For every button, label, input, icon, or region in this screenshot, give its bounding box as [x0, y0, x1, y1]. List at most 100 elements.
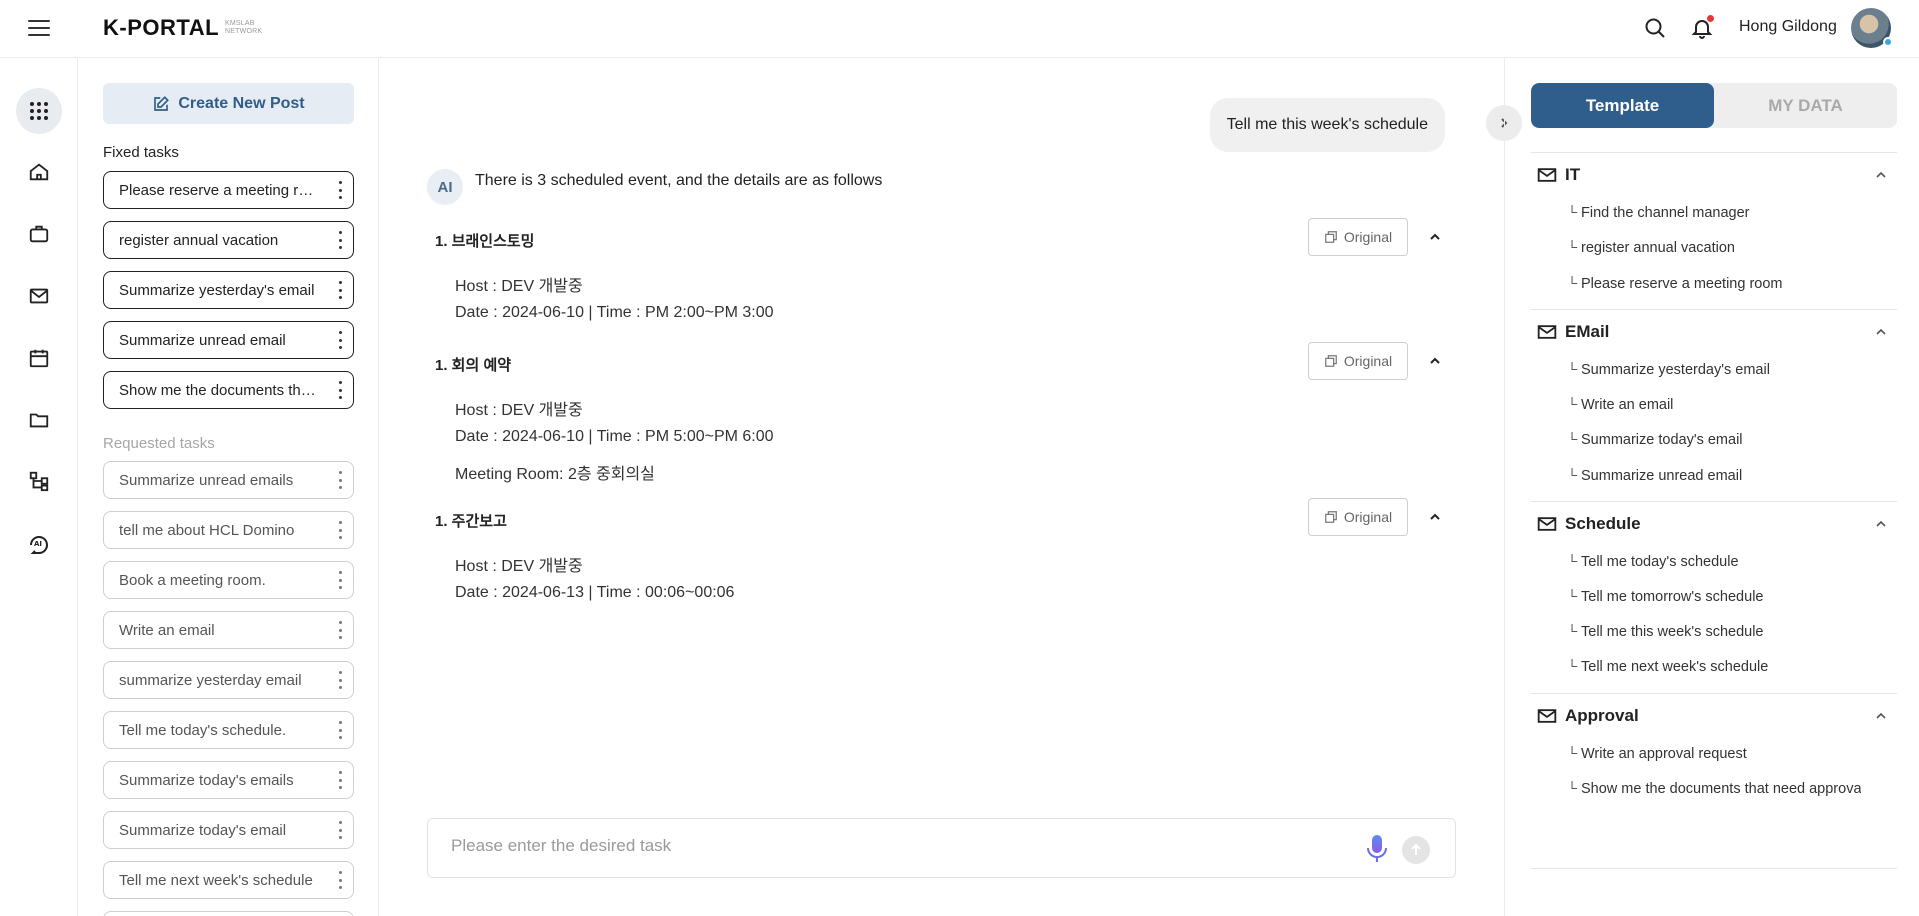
task-input[interactable] — [451, 836, 1331, 856]
chevron-up-icon[interactable] — [1875, 169, 1887, 181]
microphone-icon[interactable] — [1365, 833, 1389, 865]
event-host: Host : DEV 개발중 — [455, 278, 583, 295]
category-header[interactable]: IT — [1537, 165, 1580, 185]
chevron-up-icon[interactable] — [1875, 326, 1887, 338]
template-item-label: Summarize today's email — [1581, 432, 1743, 448]
template-item[interactable]: └ Tell me today's schedule — [1567, 554, 1861, 570]
requested-task-item[interactable]: tell me about HCL Domino — [103, 511, 354, 549]
more-options-icon[interactable] — [339, 471, 343, 489]
ai-assistant-button[interactable]: AI — [16, 520, 62, 566]
apps-grid-button[interactable] — [16, 88, 62, 134]
more-options-icon[interactable] — [339, 231, 343, 249]
chevron-up-icon[interactable] — [1875, 710, 1887, 722]
more-options-icon[interactable] — [339, 621, 343, 639]
event-host: Host : DEV 개발중 — [455, 402, 583, 419]
requested-task-item[interactable] — [103, 911, 354, 916]
more-options-icon[interactable] — [339, 381, 343, 399]
tree-branch-glyph: └ — [1567, 468, 1578, 484]
template-item[interactable]: └ Show me the documents that need approva… — [1567, 781, 1861, 797]
more-options-icon[interactable] — [339, 181, 343, 199]
template-item[interactable]: └ Tell me this week's schedule — [1567, 624, 1861, 640]
requested-task-item[interactable]: summarize yesterday email — [103, 661, 354, 699]
requested-task-item[interactable]: Tell me next week's schedule — [103, 861, 354, 899]
template-item[interactable]: └ register annual vacation — [1567, 240, 1861, 256]
tab-my-data[interactable]: MY DATA — [1714, 83, 1897, 128]
original-label: Original — [1343, 353, 1393, 369]
more-options-icon[interactable] — [339, 771, 343, 789]
mail-icon — [1537, 168, 1557, 182]
fixed-task-item[interactable]: Please reserve a meeting room — [103, 171, 354, 209]
template-item[interactable]: └ Summarize yesterday's email — [1567, 362, 1861, 378]
category-name: Approval — [1565, 706, 1639, 725]
requested-task-item[interactable]: Summarize today's email — [103, 811, 354, 849]
category-name: IT — [1565, 165, 1581, 184]
top-bar: K-PORTAL KMSLAB NETWORK Hong Gildong — [0, 0, 1919, 58]
mail-button[interactable] — [16, 273, 62, 319]
fixed-task-item[interactable]: Summarize unread email — [103, 321, 354, 359]
tab-template[interactable]: Template — [1531, 83, 1714, 128]
category-header[interactable]: Schedule — [1537, 514, 1641, 534]
template-item[interactable]: └ Write an email — [1567, 397, 1861, 413]
folder-icon — [29, 413, 49, 428]
more-options-icon[interactable] — [339, 821, 343, 839]
send-button[interactable] — [1402, 836, 1430, 864]
fixed-task-item[interactable]: Show me the documents that need approval — [103, 371, 354, 409]
original-button[interactable]: Original — [1308, 342, 1408, 380]
fixed-task-item[interactable]: register annual vacation — [103, 221, 354, 259]
briefcase-button[interactable] — [16, 211, 62, 257]
chevron-up-icon[interactable] — [1428, 230, 1442, 244]
task-label: Summarize yesterday's email — [119, 281, 315, 299]
category-header[interactable]: EMail — [1537, 322, 1609, 342]
template-item[interactable]: └ Tell me next week's schedule — [1567, 659, 1861, 675]
org-chart-button[interactable] — [16, 458, 62, 504]
task-panel: Create New Post Fixed tasks Please reser… — [78, 58, 379, 916]
task-label: Summarize unread emails — [119, 471, 294, 489]
template-item[interactable]: └ Summarize unread email — [1567, 468, 1861, 484]
task-label: tell me about HCL Domino — [119, 521, 295, 539]
requested-task-item[interactable]: Summarize unread emails — [103, 461, 354, 499]
fixed-task-item[interactable]: Summarize yesterday's email — [103, 271, 354, 309]
requested-task-item[interactable]: Book a meeting room. — [103, 561, 354, 599]
original-button[interactable]: Original — [1308, 218, 1408, 256]
original-button[interactable]: Original — [1308, 498, 1408, 536]
logo[interactable]: K-PORTAL KMSLAB NETWORK — [103, 15, 262, 41]
folder-button[interactable] — [16, 397, 62, 443]
calendar-button[interactable] — [16, 335, 62, 381]
tree-branch-glyph: └ — [1567, 397, 1578, 413]
template-item[interactable]: └ Please reserve a meeting room — [1567, 276, 1861, 292]
more-options-icon[interactable] — [339, 521, 343, 539]
event-title: 1. 주간보고 — [435, 513, 507, 530]
user-message-bubble: Tell me this week's schedule — [1209, 98, 1445, 152]
panel-tabs: Template MY DATA — [1531, 83, 1897, 128]
more-options-icon[interactable] — [339, 281, 343, 299]
category-header[interactable]: Approval — [1537, 706, 1639, 726]
requested-task-item[interactable]: Tell me today's schedule. — [103, 711, 354, 749]
logo-text: K-PORTAL — [103, 15, 220, 40]
task-label: summarize yesterday email — [119, 671, 302, 689]
requested-task-item[interactable]: Write an email — [103, 611, 354, 649]
logo-sub-line-1: KMSLAB — [225, 20, 255, 27]
category-name: Schedule — [1565, 514, 1641, 533]
more-options-icon[interactable] — [339, 331, 343, 349]
template-item[interactable]: └ Write an approval request — [1567, 746, 1861, 762]
template-item-label: Summarize yesterday's email — [1581, 362, 1770, 378]
requested-task-item[interactable]: Summarize today's emails — [103, 761, 354, 799]
home-button[interactable] — [16, 149, 62, 195]
chevron-up-icon[interactable] — [1428, 510, 1442, 524]
template-item[interactable]: └ Summarize today's email — [1567, 432, 1861, 448]
chevron-up-icon[interactable] — [1428, 354, 1442, 368]
more-options-icon[interactable] — [339, 721, 343, 739]
logo-subtext: KMSLAB NETWORK — [225, 20, 262, 36]
user-name[interactable]: Hong Gildong — [1739, 18, 1837, 36]
template-item[interactable]: └ Find the channel manager — [1567, 205, 1861, 221]
event-title: 1. 회의 예약 — [435, 357, 512, 374]
svg-text:AI: AI — [34, 540, 42, 548]
menu-icon[interactable] — [28, 20, 50, 36]
more-options-icon[interactable] — [339, 671, 343, 689]
more-options-icon[interactable] — [339, 571, 343, 589]
search-icon[interactable] — [1643, 16, 1667, 40]
template-item[interactable]: └ Tell me tomorrow's schedule — [1567, 589, 1861, 605]
more-options-icon[interactable] — [339, 871, 343, 889]
create-post-button[interactable]: Create New Post — [103, 83, 354, 124]
chevron-up-icon[interactable] — [1875, 518, 1887, 530]
